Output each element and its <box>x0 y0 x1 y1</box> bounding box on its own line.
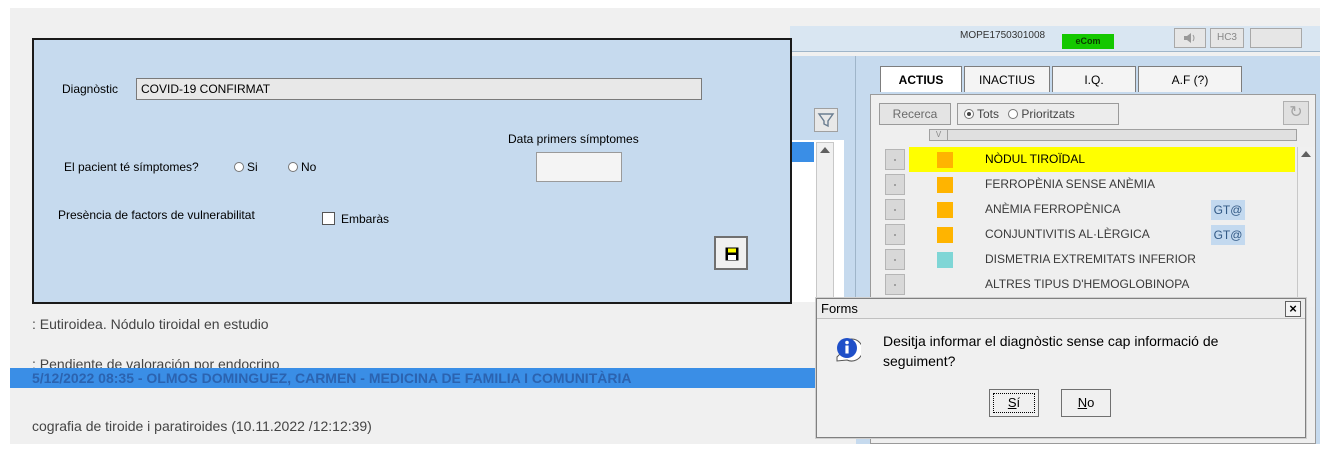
gt-badge[interactable]: GT@ <box>1211 200 1245 220</box>
vulnerability-label: Presència de factors de vulnerabilitat <box>58 208 255 222</box>
row-drag-handle[interactable] <box>885 224 905 245</box>
filter-radio-group: Tots Prioritzats <box>957 103 1119 125</box>
hc3-button[interactable]: HC3 <box>1210 28 1244 48</box>
yes-label: Si <box>247 160 258 174</box>
date-field[interactable] <box>536 152 622 182</box>
priority-marker <box>937 202 953 218</box>
record-code: MOPE1750301008 <box>960 30 1046 41</box>
problem-row[interactable]: DISMETRIA EXTREMITATS INFERIOR <box>885 247 1297 272</box>
problems-tabs: ACTIUS INACTIUS I.Q. A.F (?) <box>880 66 1244 92</box>
filter-all-label: Tots <box>977 107 1000 121</box>
radio-checked-icon <box>964 109 974 119</box>
scroll-up-icon[interactable] <box>820 147 830 153</box>
history-scrollbar[interactable] <box>816 142 834 322</box>
extra-button[interactable] <box>1250 28 1302 48</box>
tab-actius[interactable]: ACTIUS <box>880 66 962 92</box>
refresh-icon: ↻ <box>1289 104 1303 121</box>
priority-marker <box>937 252 953 268</box>
column-v-header[interactable]: V <box>930 130 948 140</box>
column-header: V <box>929 129 1297 141</box>
note-line: cografia de tiroide i paratiroides (10.1… <box>32 418 372 434</box>
dialog-message: Desitja informar el diagnòstic sense cap… <box>883 333 1219 369</box>
problems-list: NÒDUL TIROÏDAL FERROPÈNIA SENSE ANÈMIA ANÈ… <box>885 147 1297 297</box>
checkbox-unchecked-icon <box>322 212 335 225</box>
yes-button[interactable]: Sí <box>989 389 1039 417</box>
save-button[interactable] <box>714 236 748 270</box>
radio-unchecked-icon <box>288 162 298 172</box>
clinical-notes: : Eutiroidea. Nódulo tiroidal en estudio… <box>10 302 818 444</box>
filter-all-radio[interactable]: Tots <box>964 104 999 124</box>
confirm-dialog: Forms × Desitja informar el diagnòstic s… <box>816 298 1306 438</box>
status-strip: MOPE1750301008 eCom HC3 <box>790 26 1320 52</box>
diagnostic-label: Diagnòstic <box>62 82 119 96</box>
priority-marker <box>937 152 953 168</box>
filter-icon <box>817 113 835 128</box>
problem-row[interactable]: FERROPÈNIA SENSE ANÈMIA <box>885 172 1297 197</box>
tab-iq[interactable]: I.Q. <box>1052 66 1136 92</box>
problem-row[interactable]: NÒDUL TIROÏDAL <box>885 147 1297 172</box>
row-drag-handle[interactable] <box>885 199 905 220</box>
tab-inactius[interactable]: INACTIUS <box>964 66 1050 92</box>
priority-marker <box>937 277 953 293</box>
radio-unchecked-icon <box>234 162 244 172</box>
problem-label: DISMETRIA EXTREMITATS INFERIOR <box>985 252 1196 266</box>
symptoms-no-radio[interactable]: No <box>288 160 316 174</box>
problem-row[interactable]: CONJUNTIVITIS AL·LÈRGICA GT@ <box>885 222 1297 247</box>
problem-label: CONJUNTIVITIS AL·LÈRGICA <box>985 227 1150 241</box>
row-highlight <box>909 147 1295 172</box>
search-button[interactable]: Recerca <box>879 103 951 125</box>
row-drag-handle[interactable] <box>885 149 905 170</box>
scroll-up-icon[interactable] <box>1301 151 1311 157</box>
problem-row[interactable]: ALTRES TIPUS D'HEMOGLOBINOPA <box>885 272 1297 297</box>
tab-af[interactable]: A.F (?) <box>1138 66 1242 92</box>
app-screen: MOPE1750301008 eCom HC3 ACTIUS INACTIUS … <box>10 8 1320 444</box>
dialog-title-text: Forms <box>821 301 858 316</box>
refresh-button[interactable]: ↻ <box>1283 101 1309 125</box>
diagnostic-form: Diagnòstic COVID-19 CONFIRMAT Data prime… <box>32 38 792 304</box>
row-drag-handle[interactable] <box>885 249 905 270</box>
note-selected-entry[interactable]: 5/12/2022 08:35 - OLMOS DOMINGUEZ, CARME… <box>10 368 818 388</box>
no-button[interactable]: No <box>1061 389 1111 417</box>
problems-scrollbar[interactable] <box>1297 147 1315 307</box>
speaker-icon <box>1184 33 1195 43</box>
priority-marker <box>937 227 953 243</box>
dialog-title: Forms × <box>817 299 1305 319</box>
pregnancy-checkbox[interactable]: Embaràs <box>322 212 389 226</box>
problem-label: NÒDUL TIROÏDAL <box>985 152 1086 166</box>
filter-button[interactable] <box>814 108 838 132</box>
info-icon <box>836 338 861 362</box>
speaker-button[interactable] <box>1174 28 1206 48</box>
diagnostic-field[interactable]: COVID-19 CONFIRMAT <box>136 78 702 100</box>
problem-label: ANÈMIA FERROPÈNICA <box>985 202 1121 216</box>
symptoms-yes-radio[interactable]: Si <box>234 160 258 174</box>
problem-row[interactable]: ANÈMIA FERROPÈNICA GT@ <box>885 197 1297 222</box>
filter-priority-label: Prioritzats <box>1021 107 1075 121</box>
row-drag-handle[interactable] <box>885 274 905 295</box>
problem-label: ALTRES TIPUS D'HEMOGLOBINOPA <box>985 277 1190 291</box>
note-line: : Eutiroidea. Nódulo tiroidal en estudio <box>32 316 269 332</box>
gt-badge[interactable]: GT@ <box>1211 225 1245 245</box>
symptoms-question: El pacient té símptomes? <box>64 160 199 174</box>
problem-label: FERROPÈNIA SENSE ANÈMIA <box>985 177 1156 191</box>
close-icon[interactable]: × <box>1285 301 1301 317</box>
radio-unchecked-icon <box>1008 109 1019 119</box>
no-label: No <box>301 160 317 174</box>
priority-marker <box>937 177 953 193</box>
ecom-badge[interactable]: eCom <box>1062 34 1114 49</box>
search-bar: Recerca Tots Prioritzats ↻ <box>871 97 1315 125</box>
pregnancy-label: Embaràs <box>341 212 390 226</box>
date-label: Data primers símptomes <box>508 132 639 146</box>
floppy-disk-icon <box>725 247 739 261</box>
row-drag-handle[interactable] <box>885 174 905 195</box>
filter-priority-radio[interactable]: Prioritzats <box>1008 104 1075 124</box>
